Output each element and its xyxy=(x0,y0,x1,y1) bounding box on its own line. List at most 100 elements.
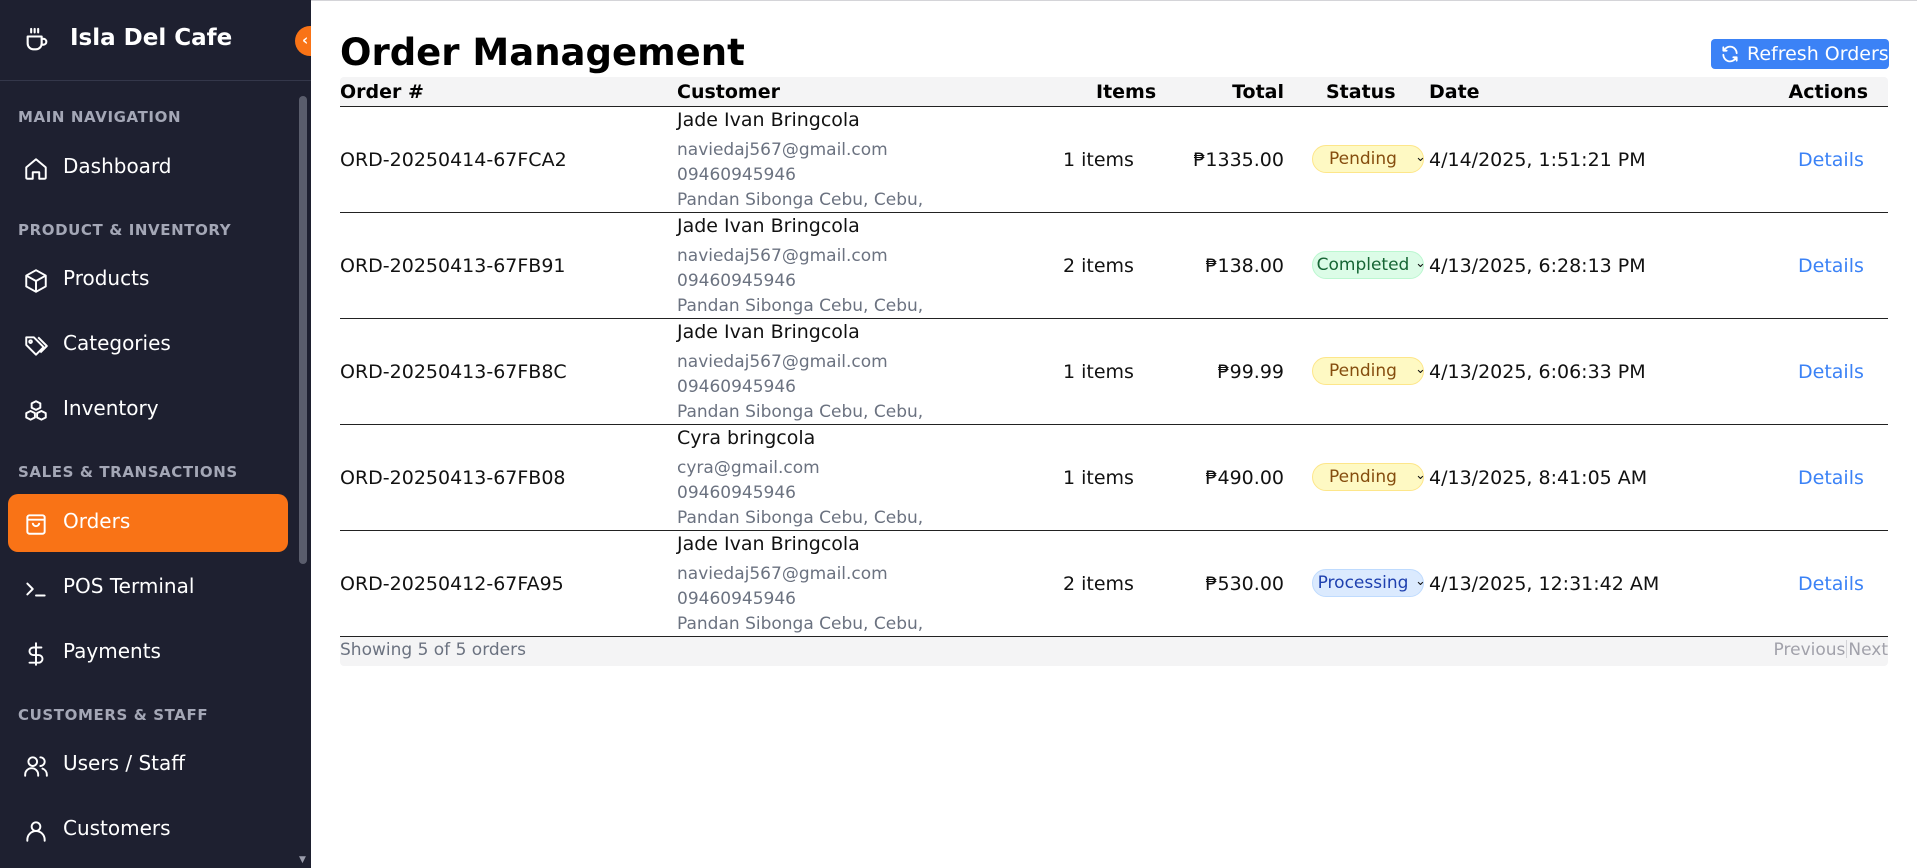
details-link[interactable]: Details xyxy=(1798,573,1864,595)
sidebar-item-label: Products xyxy=(63,266,150,290)
chevron-down-icon: ⌄ xyxy=(1415,468,1426,483)
sidebar-item-label: Customers xyxy=(63,816,171,840)
coffee-cup-icon xyxy=(26,27,48,51)
customer-phone: 09460945946 xyxy=(677,377,796,397)
customer-address: Pandan Sibonga Cebu, Cebu, xyxy=(677,296,924,316)
column-header-order: Order # xyxy=(340,81,424,103)
customer-email: cyra@gmail.com xyxy=(677,458,820,478)
section-customers-staff: CUSTOMERS & STAFF xyxy=(18,706,209,724)
order-id: ORD-20250413-67FB8C xyxy=(340,361,567,383)
column-header-items: Items xyxy=(1096,81,1157,103)
next-page-button[interactable]: Next xyxy=(1848,640,1888,660)
details-link[interactable]: Details xyxy=(1798,467,1864,489)
app-name: Isla Del Cafe xyxy=(70,25,233,51)
customer-name: Cyra bringcola xyxy=(677,427,816,449)
sidebar-scrollbar[interactable] xyxy=(299,96,307,564)
order-total: ₱138.00 xyxy=(1205,255,1284,277)
status-select[interactable]: Processing ⌄ xyxy=(1312,569,1426,597)
dollar-icon xyxy=(28,642,44,666)
chevron-down-icon: ⌄ xyxy=(1415,150,1426,165)
status-value: Pending xyxy=(1329,149,1397,169)
sidebar: Isla Del Cafe ‹ MAIN NAVIGATION Dashboar… xyxy=(0,0,311,868)
customer-phone: 09460945946 xyxy=(677,271,796,291)
customer-phone: 09460945946 xyxy=(677,589,796,609)
table-row: ORD-20250413-67FB91 Jade Ivan Bringcola … xyxy=(340,213,1888,319)
customer-phone: 09460945946 xyxy=(677,165,796,185)
order-date: 4/13/2025, 6:06:33 PM xyxy=(1429,361,1646,383)
pagination-summary: Showing 5 of 5 orders xyxy=(340,640,526,660)
column-header-status: Status xyxy=(1326,81,1396,103)
order-date: 4/14/2025, 1:51:21 PM xyxy=(1429,149,1646,171)
sidebar-item-label: Inventory xyxy=(63,396,159,420)
customer-email: naviedaj567@gmail.com xyxy=(677,352,888,372)
sidebar-item-categories[interactable]: Categories xyxy=(8,316,288,374)
main-content: Order Management Refresh Orders Order # … xyxy=(311,0,1917,868)
users-icon xyxy=(24,756,48,777)
tag-icon xyxy=(25,336,48,356)
order-id: ORD-20250413-67FB91 xyxy=(340,255,566,277)
item-count: 2 items xyxy=(1063,573,1134,595)
column-header-actions: Actions xyxy=(1788,81,1868,103)
sidebar-item-products[interactable]: Products xyxy=(8,251,288,309)
box-icon xyxy=(25,269,47,293)
user-icon xyxy=(26,821,46,842)
home-icon xyxy=(25,158,47,180)
refresh-orders-label: Refresh Orders xyxy=(1747,43,1889,65)
table-header: Order # Customer Items Total Status Date… xyxy=(340,77,1888,107)
customer-email: naviedaj567@gmail.com xyxy=(677,564,888,584)
table-row: ORD-20250412-67FA95 Jade Ivan Bringcola … xyxy=(340,531,1888,637)
table-row: ORD-20250413-67FB08 Cyra bringcola cyra@… xyxy=(340,425,1888,531)
orders-table: Order # Customer Items Total Status Date… xyxy=(340,77,1888,666)
sidebar-item-orders[interactable]: Orders xyxy=(8,494,288,552)
customer-address: Pandan Sibonga Cebu, Cebu, xyxy=(677,190,924,210)
shopping-bag-icon xyxy=(26,514,46,535)
order-id: ORD-20250414-67FCA2 xyxy=(340,149,567,171)
column-header-date: Date xyxy=(1429,81,1480,103)
customer-email: naviedaj567@gmail.com xyxy=(677,246,888,266)
details-link[interactable]: Details xyxy=(1798,361,1864,383)
order-date: 4/13/2025, 6:28:13 PM xyxy=(1429,255,1646,277)
status-select[interactable]: Pending ⌄ xyxy=(1312,463,1426,491)
pagination: Previous Next xyxy=(1774,640,1888,660)
order-date: 4/13/2025, 12:31:42 AM xyxy=(1429,573,1660,595)
item-count: 1 items xyxy=(1063,149,1134,171)
customer-address: Pandan Sibonga Cebu, Cebu, xyxy=(677,508,924,528)
previous-page-button[interactable]: Previous xyxy=(1774,640,1846,660)
status-select[interactable]: Pending ⌄ xyxy=(1312,145,1426,173)
order-total: ₱490.00 xyxy=(1205,467,1284,489)
status-value: Pending xyxy=(1329,361,1397,381)
chevron-down-icon: ⌄ xyxy=(1415,256,1426,271)
sidebar-item-users-staff[interactable]: Users / Staff xyxy=(8,736,288,794)
order-total: ₱1335.00 xyxy=(1193,149,1284,171)
refresh-orders-button[interactable]: Refresh Orders xyxy=(1711,39,1889,69)
sidebar-item-customers[interactable]: Customers xyxy=(8,801,288,859)
terminal-icon xyxy=(26,582,46,597)
item-count: 2 items xyxy=(1063,255,1134,277)
sidebar-item-payments[interactable]: Payments xyxy=(8,624,288,682)
scroll-down-icon[interactable]: ▼ xyxy=(299,855,307,865)
chevron-down-icon: ⌄ xyxy=(1415,574,1426,589)
column-header-customer: Customer xyxy=(677,81,780,103)
status-value: Completed xyxy=(1316,255,1410,275)
sidebar-item-dashboard[interactable]: Dashboard xyxy=(8,139,288,197)
details-link[interactable]: Details xyxy=(1798,149,1864,171)
item-count: 1 items xyxy=(1063,361,1134,383)
sidebar-item-label: Categories xyxy=(63,331,171,355)
order-id: ORD-20250412-67FA95 xyxy=(340,573,564,595)
sidebar-item-pos-terminal[interactable]: POS Terminal xyxy=(8,559,288,617)
customer-address: Pandan Sibonga Cebu, Cebu, xyxy=(677,614,924,634)
customer-name: Jade Ivan Bringcola xyxy=(677,109,860,131)
status-select[interactable]: Pending ⌄ xyxy=(1312,357,1426,385)
table-row: ORD-20250413-67FB8C Jade Ivan Bringcola … xyxy=(340,319,1888,425)
order-id: ORD-20250413-67FB08 xyxy=(340,467,566,489)
details-link[interactable]: Details xyxy=(1798,255,1864,277)
customer-name: Jade Ivan Bringcola xyxy=(677,533,860,555)
item-count: 1 items xyxy=(1063,467,1134,489)
sidebar-item-inventory[interactable]: Inventory xyxy=(8,381,288,439)
status-select[interactable]: Completed ⌄ xyxy=(1312,251,1426,279)
sidebar-item-label: Payments xyxy=(63,639,161,663)
order-total: ₱99.99 xyxy=(1217,361,1284,383)
status-value: Pending xyxy=(1329,467,1397,487)
brand-header: Isla Del Cafe xyxy=(0,0,311,81)
sidebar-item-label: POS Terminal xyxy=(63,574,195,598)
